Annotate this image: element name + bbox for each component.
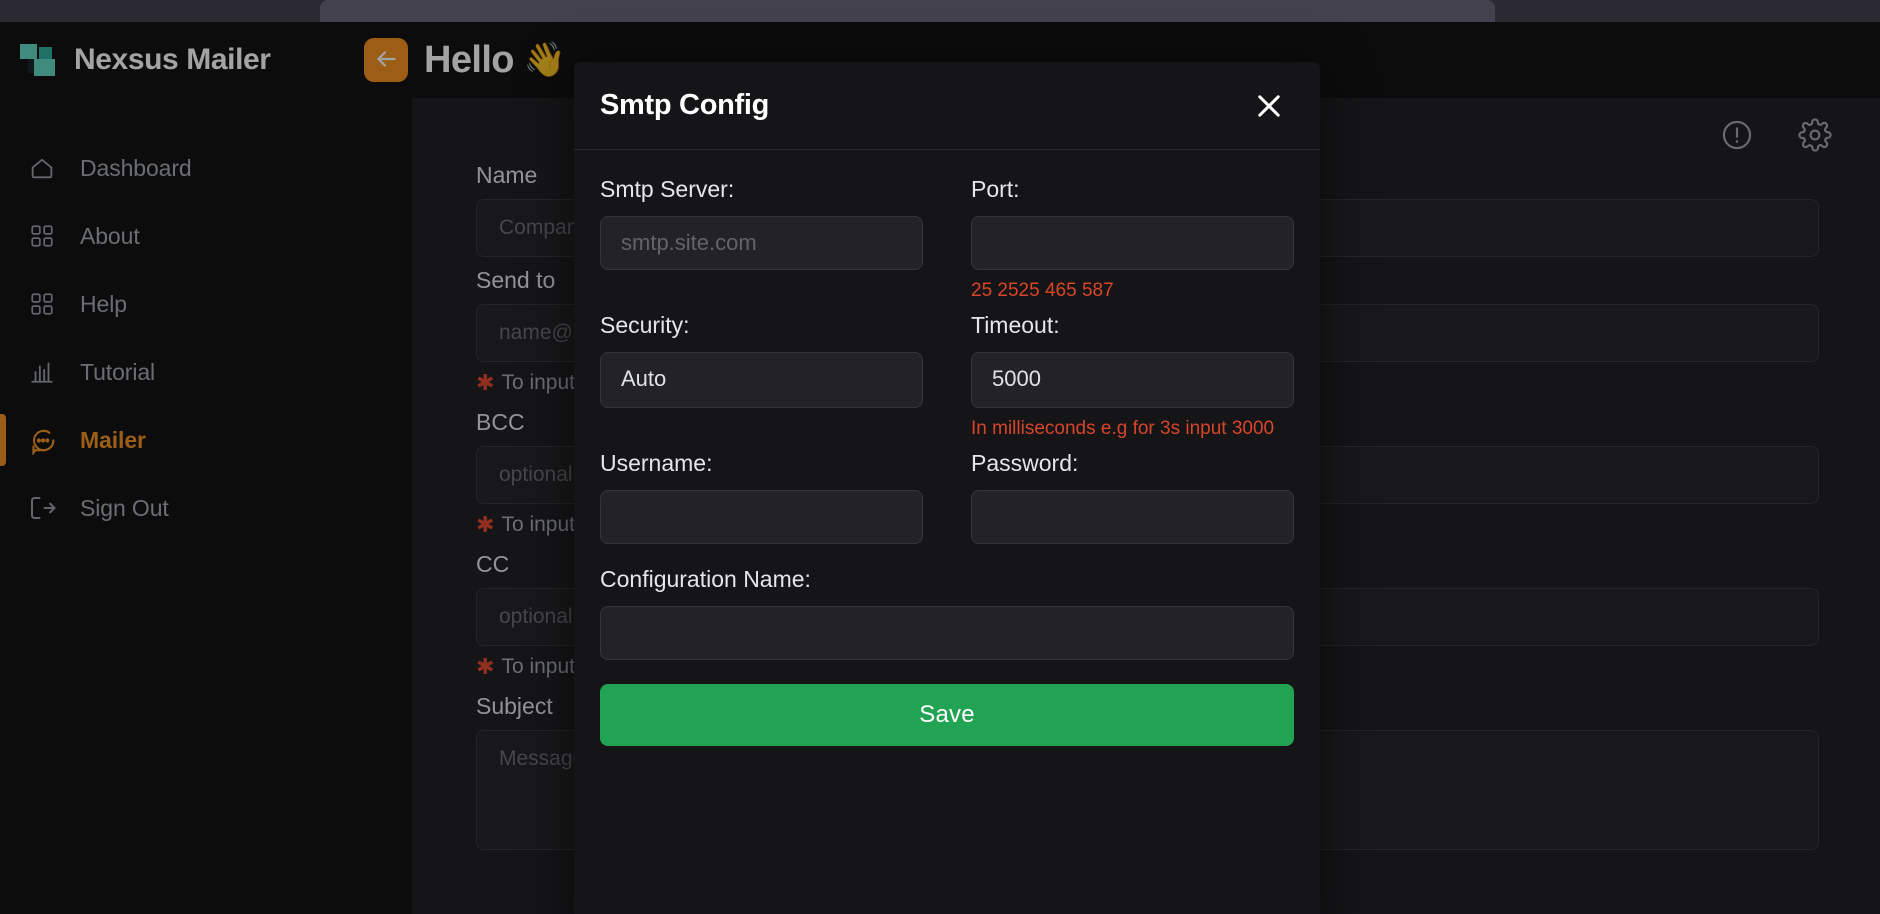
smtp-config-modal: Smtp Config Smtp Server: smtp.site.com P…	[574, 62, 1320, 914]
timeout-hint: In milliseconds e.g for 3s input 3000	[971, 418, 1275, 439]
field-smtp-server: Smtp Server: smtp.site.com	[600, 176, 923, 302]
port-input[interactable]	[971, 216, 1294, 270]
app-screenshot: Nexsus Mailer Dashboard About Help Tutor…	[0, 0, 1880, 914]
modal-row-server-port: Smtp Server: smtp.site.com Port: 25 2525…	[600, 176, 1294, 302]
browser-tab[interactable]	[320, 0, 1495, 22]
browser-chrome	[0, 0, 1880, 22]
app-root: Nexsus Mailer Dashboard About Help Tutor…	[0, 22, 1880, 914]
smtp-server-input[interactable]: smtp.site.com	[600, 216, 923, 270]
field-configuration-name: Configuration Name:	[600, 566, 1294, 660]
security-select[interactable]: Auto	[600, 352, 923, 408]
close-icon[interactable]	[1252, 89, 1286, 123]
modal-row-security-timeout: Security: Auto Timeout: 5000 In millisec…	[600, 312, 1294, 440]
configuration-name-input[interactable]	[600, 606, 1294, 660]
field-security: Security: Auto	[600, 312, 923, 440]
password-input[interactable]	[971, 490, 1294, 544]
modal-body: Smtp Server: smtp.site.com Port: 25 2525…	[574, 150, 1320, 746]
modal-header: Smtp Config	[574, 62, 1320, 150]
field-label: Timeout:	[971, 312, 1060, 338]
field-label: Smtp Server:	[600, 176, 735, 202]
field-label: Security:	[600, 312, 690, 338]
field-label: Username:	[600, 450, 713, 476]
username-input[interactable]	[600, 490, 923, 544]
modal-title: Smtp Config	[600, 89, 770, 121]
field-label: Password:	[971, 450, 1079, 476]
field-label: Configuration Name:	[600, 566, 811, 592]
field-label: Port:	[971, 176, 1020, 202]
field-username: Username:	[600, 450, 923, 544]
modal-row-credentials: Username: Password:	[600, 450, 1294, 544]
save-button[interactable]: Save	[600, 684, 1294, 746]
field-timeout: Timeout: 5000 In milliseconds e.g for 3s…	[971, 312, 1294, 440]
field-port: Port: 25 2525 465 587	[971, 176, 1294, 302]
port-hint: 25 2525 465 587	[971, 280, 1114, 301]
field-password: Password:	[971, 450, 1294, 544]
timeout-input[interactable]: 5000	[971, 352, 1294, 408]
